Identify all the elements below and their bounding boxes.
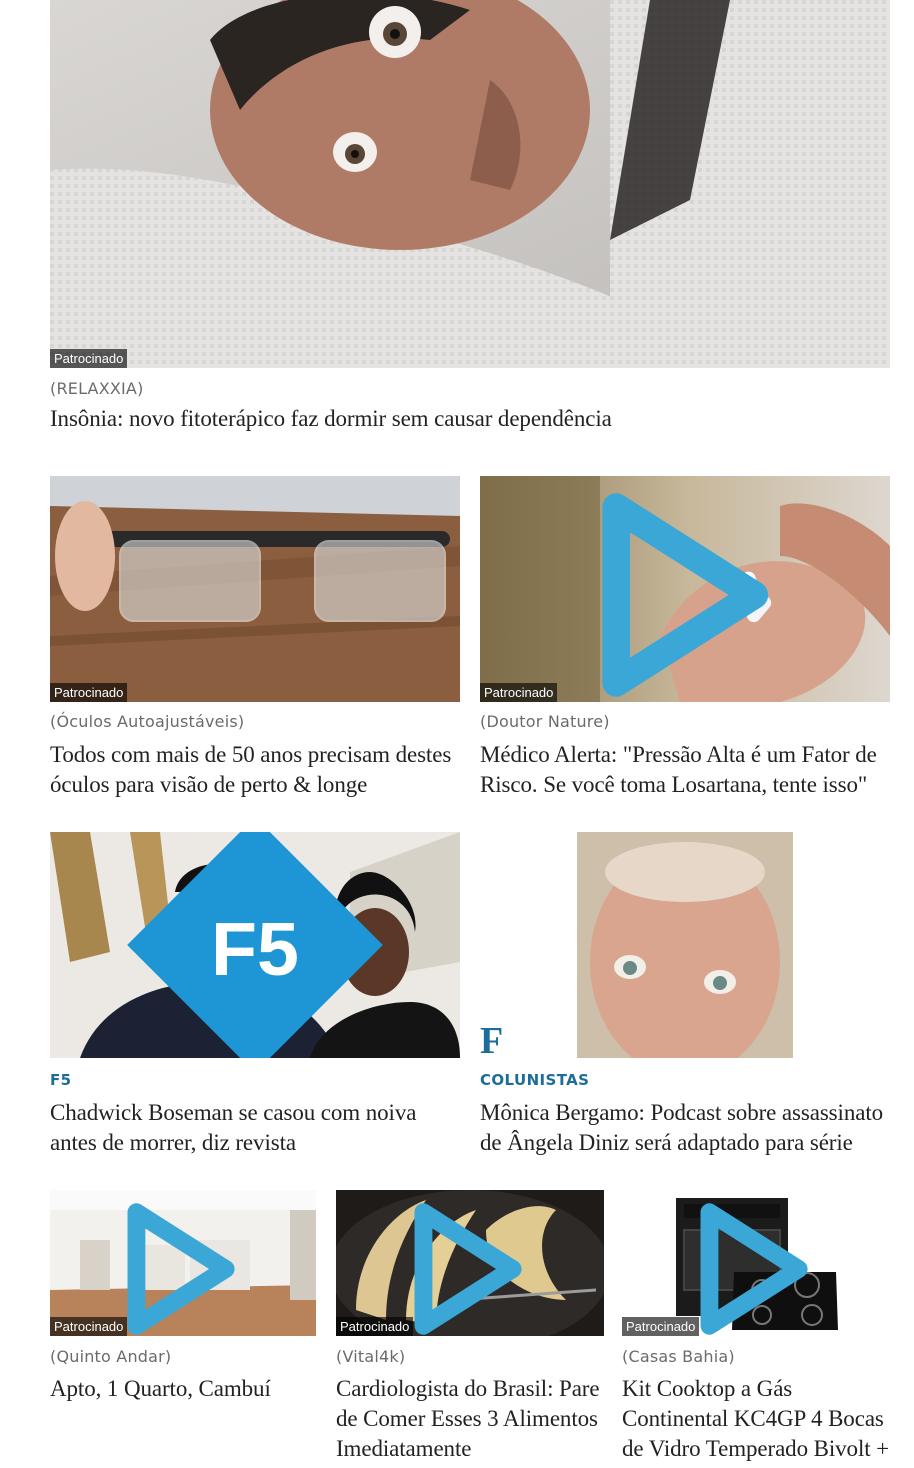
card-image[interactable]: Patrocinado [336, 1190, 604, 1336]
sponsored-card-glasses[interactable]: Patrocinado (Óculos Autoajustáveis) Todo… [50, 476, 460, 800]
card-headline[interactable]: Insônia: novo fitoterápico faz dormir se… [50, 404, 890, 434]
card-source: (Quinto Andar) [50, 1347, 172, 1366]
card-image[interactable]: F5 [50, 832, 460, 1058]
card-kicker[interactable]: F5 [50, 1071, 460, 1089]
card-headline[interactable]: Mônica Bergamo: Podcast sobre assassinat… [480, 1098, 890, 1158]
sponsored-badge: Patrocinado [50, 349, 128, 368]
f-logo-icon: F [480, 1020, 504, 1058]
adchoices-icon[interactable] [50, 1196, 310, 1336]
adchoices-icon[interactable] [336, 1196, 598, 1336]
news-card-monica[interactable]: F COLUNISTAS Mônica Bergamo: Podcast sob… [480, 832, 890, 1158]
card-image[interactable]: Patrocinado [480, 476, 890, 702]
sponsored-card-apto[interactable]: Patrocinado (Quinto Andar) Apto, 1 Quart… [50, 1190, 316, 1404]
card-image[interactable]: Patrocinado [622, 1190, 890, 1336]
sponsored-card-insomnia[interactable]: Patrocinado (RELAXXIA) Insônia: novo fit… [50, 0, 890, 434]
card-source: (Doutor Nature) [480, 712, 610, 731]
sponsored-badge: Patrocinado [336, 1317, 414, 1336]
card-headline[interactable]: Kit Cooktop a Gás Continental KC4GP 4 Bo… [622, 1374, 890, 1464]
man-in-bed-image [50, 0, 890, 368]
sponsored-badge: Patrocinado [50, 683, 128, 702]
card-headline[interactable]: Cardiologista do Brasil: Pare de Comer E… [336, 1374, 604, 1464]
card-source: (Casas Bahia) [622, 1347, 735, 1366]
card-source: (Vital4k) [336, 1347, 406, 1366]
card-image[interactable]: F [480, 832, 890, 1058]
sponsored-card-pills[interactable]: Patrocinado (Doutor Nature) Médico Alert… [480, 476, 890, 800]
svg-text:F5: F5 [211, 907, 299, 991]
card-headline[interactable]: Chadwick Boseman se casou com noiva ante… [50, 1098, 460, 1158]
card-image[interactable]: Patrocinado [50, 476, 460, 702]
card-headline[interactable]: Todos com mais de 50 anos precisam deste… [50, 740, 460, 800]
card-source: (Óculos Autoajustáveis) [50, 712, 245, 731]
news-card-chadwick[interactable]: F5 F5 Chadwick Boseman se casou com noiv… [50, 832, 460, 1158]
sponsored-badge: Patrocinado [622, 1317, 700, 1336]
sponsored-card-cooktop[interactable]: Patrocinado (Casas Bahia) Kit Cooktop a … [622, 1190, 890, 1464]
f5-logo-icon: F5 [127, 832, 383, 1058]
card-image[interactable]: Patrocinado [50, 0, 890, 368]
sponsored-card-bananas[interactable]: Patrocinado (Vital4k) Cardiologista do B… [336, 1190, 604, 1464]
sponsored-badge: Patrocinado [50, 1317, 128, 1336]
adchoices-icon[interactable] [622, 1196, 884, 1336]
card-headline[interactable]: Apto, 1 Quarto, Cambuí [50, 1374, 316, 1404]
card-headline[interactable]: Médico Alerta: "Pressão Alta é um Fator … [480, 740, 890, 800]
sponsored-badge: Patrocinado [480, 683, 558, 702]
card-kicker[interactable]: COLUNISTAS [480, 1071, 890, 1089]
card-image[interactable]: Patrocinado [50, 1190, 316, 1336]
adchoices-icon[interactable] [480, 482, 884, 702]
old-man-face-image [480, 832, 890, 1058]
glasses-image [50, 476, 460, 702]
card-source: (RELAXXIA) [50, 379, 144, 398]
